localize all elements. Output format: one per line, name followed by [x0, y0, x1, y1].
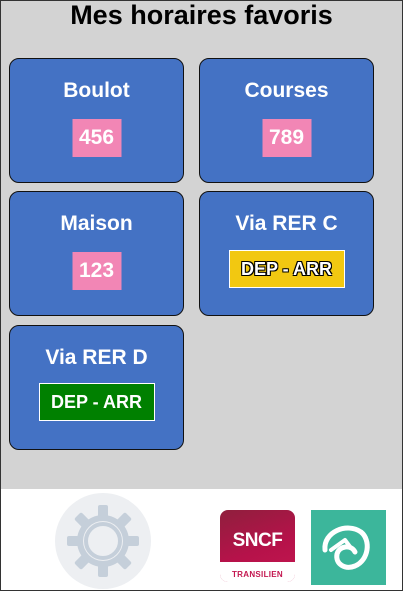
favorite-card-courses[interactable]: Courses 789: [199, 58, 374, 183]
card-label: Maison: [60, 212, 133, 235]
line-badge: 123: [72, 252, 121, 290]
card-label: Via RER D: [45, 346, 148, 369]
favorite-card-maison[interactable]: Maison 123: [9, 191, 184, 316]
transilien-text: TRANSILIEN: [232, 570, 283, 579]
gear-icon: [67, 505, 139, 577]
app-frame: Mes horaires favoris Boulot 456 Courses …: [0, 0, 403, 591]
line-badge: 456: [72, 119, 121, 157]
line-badge: 789: [262, 119, 311, 157]
favorite-card-boulot[interactable]: Boulot 456: [9, 58, 184, 183]
transilien-button[interactable]: [311, 510, 386, 585]
settings-button[interactable]: [55, 493, 151, 589]
footer-bar: SNCF TRANSILIEN: [1, 489, 402, 590]
rer-d-badge: DEP - ARR: [38, 383, 155, 421]
favorite-card-rer-c[interactable]: Via RER C DEP - ARR: [199, 191, 374, 316]
card-label: Via RER C: [235, 212, 338, 235]
rer-c-badge: DEP - ARR: [228, 250, 345, 288]
transilien-logo-icon: [322, 525, 370, 570]
favorite-card-rer-d[interactable]: Via RER D DEP - ARR: [9, 325, 184, 450]
card-label: Courses: [244, 79, 329, 102]
card-label: Boulot: [63, 79, 130, 102]
page-title: Mes horaires favoris: [70, 0, 333, 30]
sncf-brand-text: SNCF: [232, 530, 283, 551]
sncf-transilien-logo[interactable]: SNCF TRANSILIEN: [220, 510, 295, 582]
